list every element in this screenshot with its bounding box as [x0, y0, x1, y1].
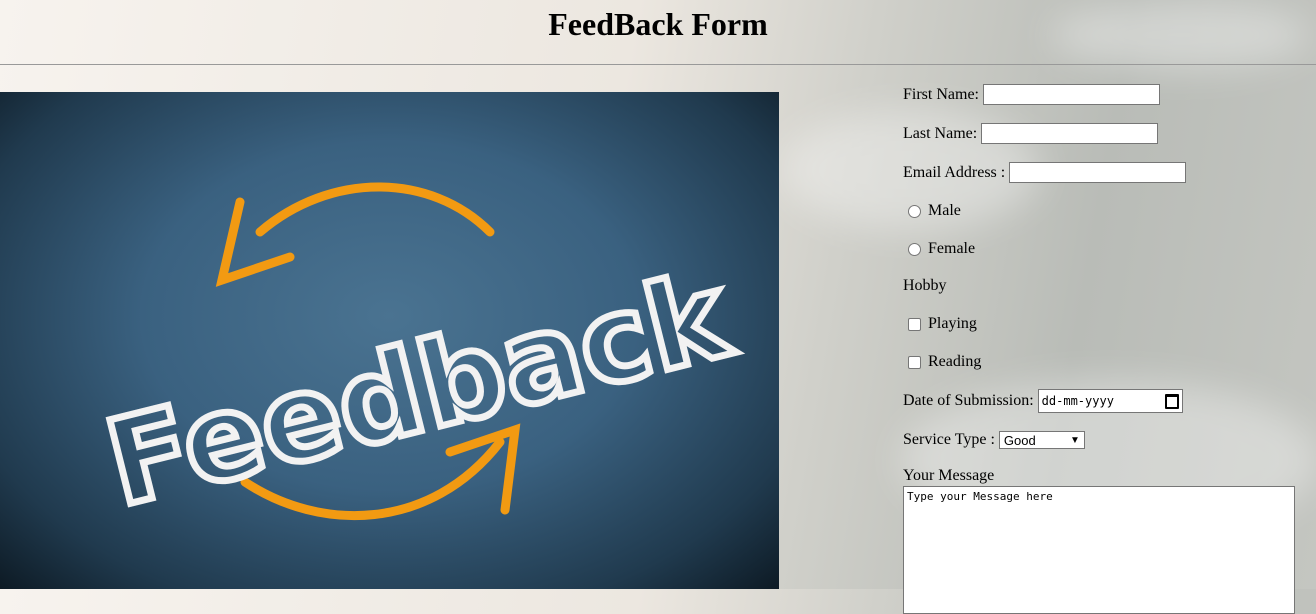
divider: [0, 64, 1316, 65]
service-row: Service Type : Good ▼: [903, 431, 1085, 449]
first-name-input[interactable]: [983, 84, 1160, 105]
feedback-image: Feedback: [0, 92, 779, 589]
last-name-input[interactable]: [981, 123, 1159, 144]
female-radio[interactable]: [908, 242, 921, 256]
page-title: FeedBack Form: [548, 6, 768, 42]
date-input[interactable]: dd-mm-yyyy: [1037, 389, 1183, 413]
email-row: Email Address :: [903, 162, 1187, 183]
playing-label: Playing: [928, 315, 977, 332]
last-name-label: Last Name:: [903, 124, 978, 142]
service-type-select[interactable]: Good ▼: [998, 431, 1085, 449]
last-name-row: Last Name:: [903, 123, 1159, 144]
reading-checkbox[interactable]: [908, 355, 921, 369]
message-label: Your Message: [903, 467, 995, 484]
date-label: Date of Submission:: [903, 392, 1034, 409]
service-label: Service Type :: [903, 431, 995, 448]
first-name-label: First Name:: [903, 85, 979, 103]
male-label: Male: [928, 202, 961, 219]
gender-female[interactable]: Female: [903, 240, 975, 258]
hobby-label: Hobby: [903, 277, 947, 294]
feedback-chalk-text: Feedback: [94, 245, 744, 533]
male-radio[interactable]: [908, 204, 921, 218]
message-textarea[interactable]: Type your Message here: [903, 486, 1295, 614]
playing-checkbox[interactable]: [908, 317, 921, 331]
reading-label: Reading: [928, 353, 982, 370]
chevron-down-icon: ▼: [1069, 434, 1080, 446]
email-input[interactable]: [1009, 162, 1187, 183]
date-row: Date of Submission: dd-mm-yyyy: [903, 389, 1183, 413]
gender-male[interactable]: Male: [903, 202, 961, 220]
service-selected: Good: [1003, 432, 1036, 448]
first-name-row: First Name:: [903, 84, 1160, 105]
date-placeholder: dd-mm-yyyy: [1041, 394, 1114, 408]
hobby-reading[interactable]: Reading: [903, 353, 981, 371]
female-label: Female: [928, 240, 976, 257]
hobby-playing[interactable]: Playing: [903, 315, 977, 333]
calendar-icon[interactable]: [1164, 393, 1179, 409]
email-label: Email Address :: [903, 163, 1006, 181]
